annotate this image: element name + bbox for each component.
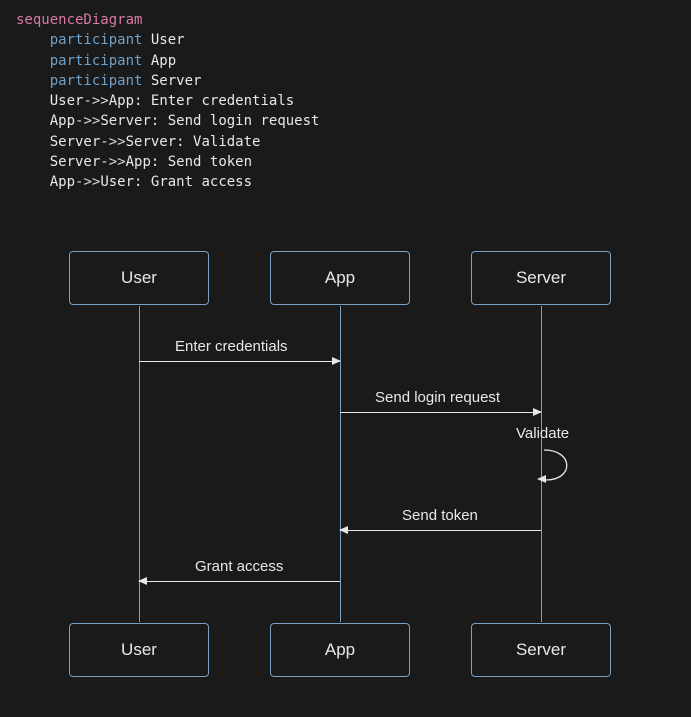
actor-label: App — [325, 640, 355, 660]
message-label: Send login request — [375, 389, 500, 412]
actor-server-bottom: Server — [471, 623, 611, 677]
actor-label: User — [121, 268, 157, 288]
actor-label: Server — [516, 268, 566, 288]
message-label: Validate — [516, 425, 569, 442]
message-send-login-request: Send login request — [340, 412, 541, 413]
message-send-token: Send token — [340, 530, 541, 531]
lifeline-server — [541, 306, 542, 622]
message-label: Enter credentials — [175, 338, 288, 361]
actor-app-top: App — [270, 251, 410, 305]
message-label: Grant access — [195, 558, 283, 581]
actor-label: Server — [516, 640, 566, 660]
message-grant-access: Grant access — [139, 581, 340, 582]
actor-label: User — [121, 640, 157, 660]
message-enter-credentials: Enter credentials — [139, 361, 340, 362]
lifeline-user — [139, 306, 140, 622]
sequence-diagram: User App Server User App Server Enter cr… — [0, 239, 691, 669]
code-block: sequenceDiagram participant User partici… — [0, 0, 691, 199]
actor-user-bottom: User — [69, 623, 209, 677]
actor-server-top: Server — [471, 251, 611, 305]
lifeline-app — [340, 306, 341, 622]
actor-app-bottom: App — [270, 623, 410, 677]
actor-label: App — [325, 268, 355, 288]
message-label: Send token — [402, 507, 478, 530]
message-validate-self — [544, 446, 580, 480]
actor-user-top: User — [69, 251, 209, 305]
